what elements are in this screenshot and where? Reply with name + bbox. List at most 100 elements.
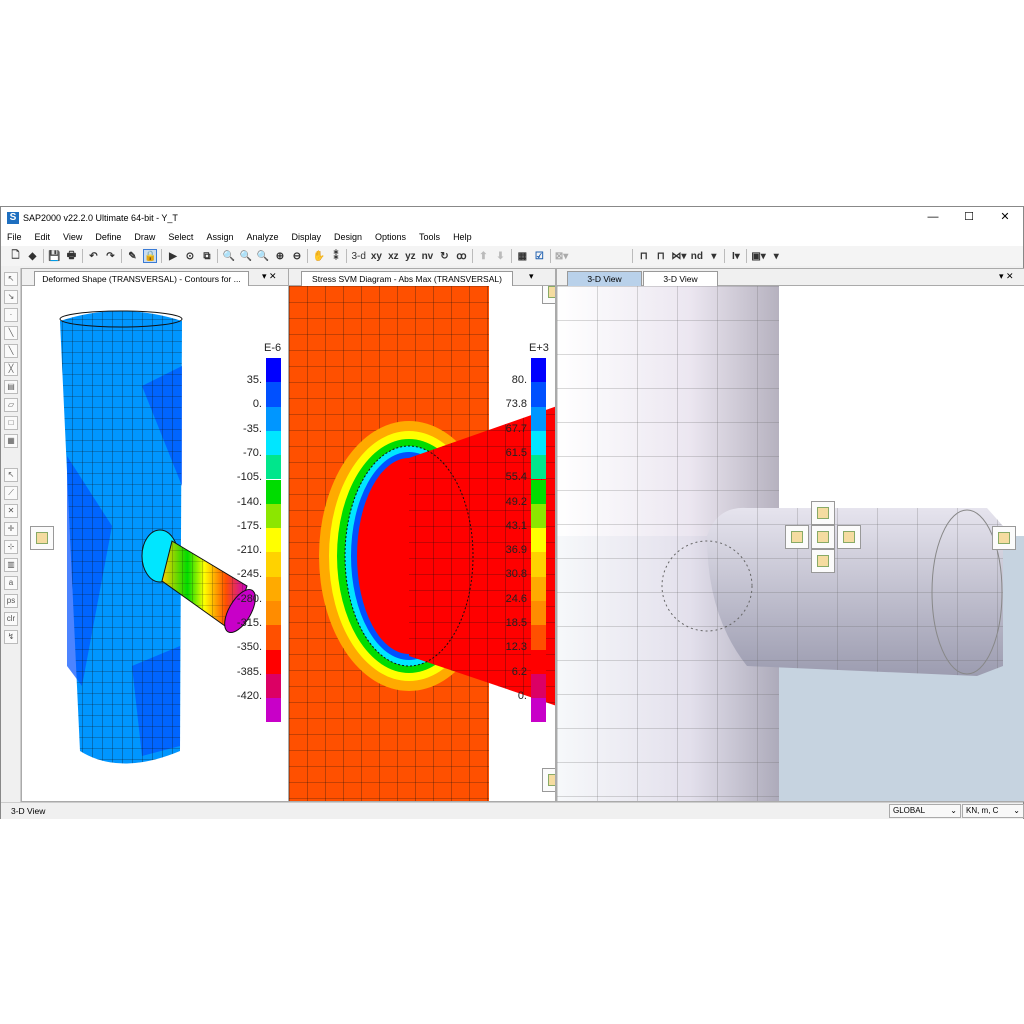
panel-controls[interactable]: ▾ ✕ [262,271,277,282]
frame-releases-icon[interactable]: ⋈▾ [671,249,686,263]
view-xy-button[interactable]: xy [370,249,383,263]
menu-options[interactable]: Options [375,232,406,242]
3d-view[interactable] [557,286,1024,801]
pencil-icon[interactable]: ✎ [126,249,139,263]
area-icon[interactable]: ▣▾ [751,249,765,263]
open-file-icon[interactable]: ◆ [26,249,39,263]
joint-icon[interactable]: · [4,308,18,322]
hatch-icon[interactable]: ▥ [4,558,18,572]
menu-file[interactable]: File [7,232,22,242]
frame-icon[interactable]: ⊓ [637,249,650,263]
panel-controls[interactable]: ▾ ✕ [999,271,1014,282]
minimize-button[interactable]: — [915,207,951,228]
perspective-icon[interactable]: ꝏ [455,249,468,263]
clear-select-icon[interactable]: clr [4,612,18,626]
cross-select-icon[interactable]: ✕ [4,504,18,518]
new-file-icon[interactable]: 🗋 [9,249,22,263]
stress-diagram-view[interactable]: E+3 80. 73.8 67.7 61.5 55.4 49.2 43.1 36.9 30.8 24… [289,286,555,801]
poly-area-icon[interactable]: ▱ [4,398,18,412]
intersect-icon[interactable]: ⟋ [4,486,18,500]
menu-define[interactable]: Define [95,232,121,242]
menu-design[interactable]: Design [334,232,362,242]
zoom-window-icon[interactable]: 🔍 [222,249,235,263]
zoom-previous-icon[interactable]: 🔍 [256,249,269,263]
frame-draw-icon[interactable]: ╲ [4,326,18,340]
pane-nav-top-button[interactable] [542,286,555,304]
legend-color-band [266,382,281,407]
menu-assign[interactable]: Assign [206,232,233,242]
pane-nav-right-button[interactable] [992,526,1016,550]
redo-icon[interactable]: ↷ [104,249,117,263]
all-icon[interactable]: a [4,576,18,590]
pointer-icon[interactable]: ↖ [4,272,18,286]
grid-draw-icon[interactable]: ▤ [4,380,18,394]
legend-color-band [266,625,281,650]
units-select[interactable]: KN, m, C ⌄ [962,804,1024,818]
cable-draw-icon[interactable]: ╲ [4,344,18,358]
cross-icon[interactable]: ╳ [4,362,18,376]
zoom-in-icon[interactable]: ⊕ [273,249,286,263]
checkbox-icon[interactable]: ☑ [533,249,546,263]
pane-nav-bottom-button[interactable] [542,768,555,792]
separator [746,249,748,263]
more-icon[interactable]: ▾ [770,249,783,263]
run-animation-icon[interactable]: ⊙ [183,249,196,263]
view-yz-button[interactable]: yz [404,249,417,263]
move-up-icon[interactable]: ⬆ [477,249,490,263]
tab-3d-view-1[interactable]: 3-D View [567,271,642,286]
frame-supports-icon[interactable]: ⊓ [654,249,667,263]
rotate-icon[interactable]: ↻ [438,249,451,263]
tab-deformed-shape[interactable]: Deformed Shape (TRANSVERSAL) - Contours … [34,271,249,286]
pan-icon[interactable]: ✋ [312,249,325,263]
coord-system-select[interactable]: GLOBAL ⌄ [889,804,961,818]
menu-analyze[interactable]: Analyze [246,232,278,242]
rect-area-icon[interactable]: □ [4,416,18,430]
tab-3d-view-2[interactable]: 3-D View [643,271,718,286]
print-icon[interactable]: 🖶 [65,249,78,263]
section-icon[interactable]: I▾ [729,249,742,263]
previous-select-icon[interactable]: ps [4,594,18,608]
dock-left-button[interactable] [785,525,809,549]
menu-draw[interactable]: Draw [134,232,155,242]
run-analysis-icon[interactable]: ▶ [166,249,179,263]
move-down-icon[interactable]: ⬇ [494,249,507,263]
nd-button[interactable]: nd [690,249,703,263]
dock-center-button[interactable] [811,525,835,549]
zoom-out-icon[interactable]: ⊖ [290,249,303,263]
dock-top-button[interactable] [811,501,835,525]
panel-controls[interactable]: ▾ [529,271,534,282]
view-3d-button[interactable]: 3-d [351,249,365,263]
clear-icon[interactable]: ⊹ [4,540,18,554]
menu-tools[interactable]: Tools [419,232,440,242]
view-xz-button[interactable]: xz [387,249,400,263]
menu-view[interactable]: View [63,232,82,242]
close-button[interactable]: ✕ [987,207,1023,228]
menu-help[interactable]: Help [453,232,472,242]
menu-select[interactable]: Select [168,232,193,242]
save-icon[interactable]: 💾 [48,249,61,263]
quad-area-icon[interactable]: ▦ [4,434,18,448]
set-view-icon[interactable]: ⁑ [329,249,342,263]
lock-icon[interactable]: 🔒 [143,249,158,263]
menu-display[interactable]: Display [291,232,321,242]
link-icon[interactable]: ✛ [4,522,18,536]
reshape-icon[interactable]: ↘ [4,290,18,304]
maximize-button[interactable]: ☐ [951,207,987,228]
grid-icon[interactable]: ▦ [516,249,529,263]
menu-edit[interactable]: Edit [35,232,51,242]
display-icon[interactable]: ⧉ [200,249,213,263]
dock-bottom-button[interactable] [811,549,835,573]
dock-right-button[interactable] [837,525,861,549]
legend-color-band [266,649,281,674]
select-icon[interactable]: ↖ [4,468,18,482]
view-nv-button[interactable]: nv [421,249,434,263]
zoom-restore-icon[interactable]: 🔍 [239,249,252,263]
dropdown-icon[interactable]: ▾ [707,249,720,263]
tab-stress-svm[interactable]: Stress SVM Diagram - Abs Max (TRANSVERSA… [301,271,513,286]
legend-label: -175. [236,519,262,532]
assign-icon[interactable]: ⊠▾ [555,249,568,263]
pane-nav-left-button[interactable] [30,526,54,550]
undo-icon[interactable]: ↶ [87,249,100,263]
snap-icon[interactable]: ↯ [4,630,18,644]
deformed-shape-view[interactable]: E-6 35. 0. -35. -70. -105. -140. -175. -210. -245… [22,286,288,801]
